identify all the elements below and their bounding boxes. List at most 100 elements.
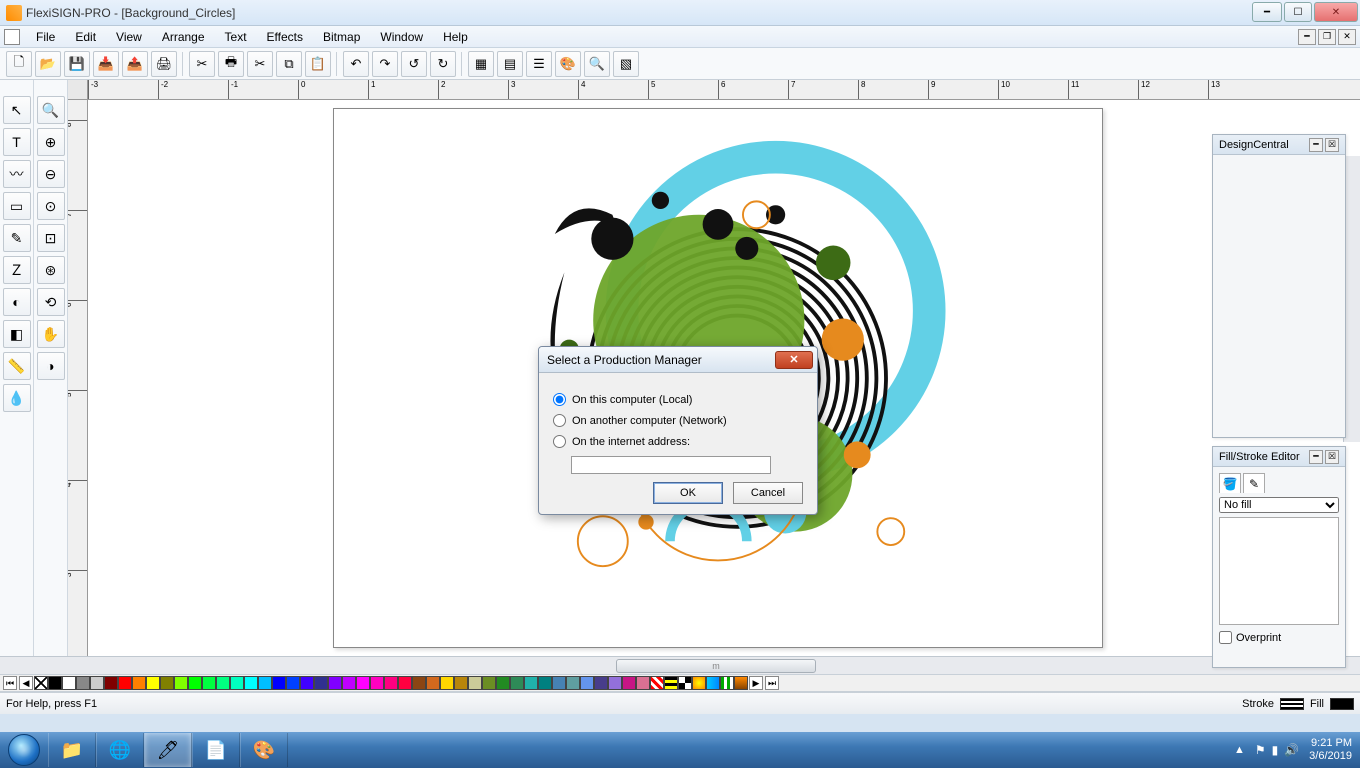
internet-address-input[interactable] <box>571 456 771 474</box>
minimize-button[interactable]: ━ <box>1252 2 1282 22</box>
swatch-first-button[interactable]: ⏮ <box>3 676 17 690</box>
color-swatch[interactable] <box>76 676 90 690</box>
save-icon[interactable]: 💾 <box>64 51 90 77</box>
dialog-close-button[interactable]: ✕ <box>775 351 813 369</box>
radio-internet[interactable] <box>553 435 566 448</box>
color-swatch[interactable] <box>608 676 622 690</box>
color-swatch[interactable] <box>594 676 608 690</box>
panel-title[interactable]: Fill/Stroke Editor ━ ☒ <box>1213 447 1345 467</box>
fill-tab[interactable]: 🪣 <box>1219 473 1241 493</box>
menu-edit[interactable]: Edit <box>65 28 106 46</box>
swatch-prev-button[interactable]: ◀ <box>19 676 33 690</box>
color-swatch[interactable] <box>230 676 244 690</box>
dialog-title-bar[interactable]: Select a Production Manager ✕ <box>539 347 817 373</box>
color-swatch[interactable] <box>650 676 664 690</box>
zoomfit-icon[interactable]: ⊙ <box>37 192 65 220</box>
menu-bitmap[interactable]: Bitmap <box>313 28 370 46</box>
measure-icon[interactable]: ✎ <box>3 224 31 252</box>
ruler-origin[interactable] <box>68 80 88 100</box>
scrollbar-horizontal[interactable]: m <box>0 656 1360 674</box>
color-swatch[interactable] <box>468 676 482 690</box>
task-paint[interactable]: 🎨 <box>240 733 288 767</box>
color-swatch[interactable] <box>384 676 398 690</box>
color-swatch[interactable] <box>258 676 272 690</box>
flag-icon[interactable]: ⚑ <box>1255 743 1266 757</box>
color-swatch[interactable] <box>356 676 370 690</box>
panel-minimize-button[interactable]: ━ <box>1309 138 1323 152</box>
mdi-minimize-button[interactable]: ━ <box>1298 29 1316 45</box>
color-swatch[interactable] <box>426 676 440 690</box>
fill-stroke-panel[interactable]: Fill/Stroke Editor ━ ☒ 🪣 ✎ No fill Overp… <box>1212 446 1346 668</box>
zoomsel-icon[interactable]: ⊛ <box>37 256 65 284</box>
color-swatch[interactable] <box>216 676 230 690</box>
bezier-icon[interactable]: 〰 <box>3 160 31 188</box>
color-swatch[interactable] <box>300 676 314 690</box>
zoompage-icon[interactable]: ⊡ <box>37 224 65 252</box>
clock[interactable]: 9:21 PM 3/6/2019 <box>1309 737 1352 763</box>
color-swatch[interactable] <box>314 676 328 690</box>
color-swatch[interactable] <box>482 676 496 690</box>
panel-minimize-button[interactable]: ━ <box>1309 450 1323 464</box>
eyedropper-icon[interactable]: 💧 <box>3 384 31 412</box>
effects-icon[interactable]: Ｚ <box>3 256 31 284</box>
color-swatch[interactable] <box>706 676 720 690</box>
print-icon[interactable]: 🖨 <box>151 51 177 77</box>
color-swatch[interactable] <box>678 676 692 690</box>
color-swatch[interactable] <box>538 676 552 690</box>
ruler-icon[interactable]: 📏 <box>3 352 31 380</box>
task-flexisign[interactable]: 🖊 <box>144 733 192 767</box>
color-swatch[interactable] <box>496 676 510 690</box>
color-swatch[interactable] <box>104 676 118 690</box>
color-swatch[interactable] <box>510 676 524 690</box>
task-notepad[interactable]: 📄 <box>192 733 240 767</box>
panel-close-button[interactable]: ☒ <box>1325 138 1339 152</box>
mdi-restore-button[interactable]: ❐ <box>1318 29 1336 45</box>
color-swatch[interactable] <box>160 676 174 690</box>
color-swatch[interactable] <box>174 676 188 690</box>
color-swatch[interactable] <box>342 676 356 690</box>
color-swatch[interactable] <box>244 676 258 690</box>
fillview-icon[interactable]: ◑ <box>37 352 65 380</box>
stroke-swatch[interactable] <box>1280 698 1304 710</box>
rip-icon[interactable]: 🖶 <box>218 51 244 77</box>
menu-help[interactable]: Help <box>433 28 478 46</box>
menu-text[interactable]: Text <box>215 28 257 46</box>
undo-icon[interactable]: ↶ <box>343 51 369 77</box>
swatch-none[interactable] <box>34 676 48 690</box>
circle-icon[interactable]: ◐ <box>3 288 31 316</box>
design-central-panel[interactable]: DesignCentral ━ ☒ <box>1212 134 1346 438</box>
color-swatch[interactable] <box>328 676 342 690</box>
color-swatch[interactable] <box>734 676 748 690</box>
color-swatch[interactable] <box>118 676 132 690</box>
menu-view[interactable]: View <box>106 28 152 46</box>
open-icon[interactable]: 📂 <box>35 51 61 77</box>
layers-icon[interactable]: ☰ <box>526 51 552 77</box>
start-button[interactable] <box>0 732 48 768</box>
overprint-checkbox[interactable] <box>1219 631 1232 644</box>
colormixer-icon[interactable]: 🎨 <box>555 51 581 77</box>
import-icon[interactable]: 📥 <box>93 51 119 77</box>
panel-title[interactable]: DesignCentral ━ ☒ <box>1213 135 1345 155</box>
color-swatch[interactable] <box>552 676 566 690</box>
color-swatch[interactable] <box>412 676 426 690</box>
color-swatch[interactable] <box>580 676 594 690</box>
paste-icon[interactable]: 📋 <box>305 51 331 77</box>
color-swatch[interactable] <box>62 676 76 690</box>
copy-icon[interactable]: ⧉ <box>276 51 302 77</box>
color-swatch[interactable] <box>566 676 580 690</box>
fill-swatch[interactable] <box>1330 698 1354 710</box>
shape-icon[interactable]: ◧ <box>3 320 31 348</box>
maximize-button[interactable]: ☐ <box>1284 2 1312 22</box>
ruler-horizontal[interactable]: -3-2-1012345678910111213 <box>88 80 1360 100</box>
network-icon[interactable]: ▮ <box>1272 743 1279 757</box>
color-swatch[interactable] <box>48 676 62 690</box>
tray-arrow-icon[interactable]: ▲ <box>1234 744 1245 756</box>
export-icon[interactable]: 📤 <box>122 51 148 77</box>
task-explorer[interactable]: 📁 <box>48 733 96 767</box>
swatch-last-button[interactable]: ⏭ <box>765 676 779 690</box>
radio-local[interactable] <box>553 393 566 406</box>
zoom-icon[interactable]: 🔍 <box>584 51 610 77</box>
zoomout-icon[interactable]: ⊖ <box>37 160 65 188</box>
text-icon[interactable]: T <box>3 128 31 156</box>
color-swatch[interactable] <box>720 676 734 690</box>
